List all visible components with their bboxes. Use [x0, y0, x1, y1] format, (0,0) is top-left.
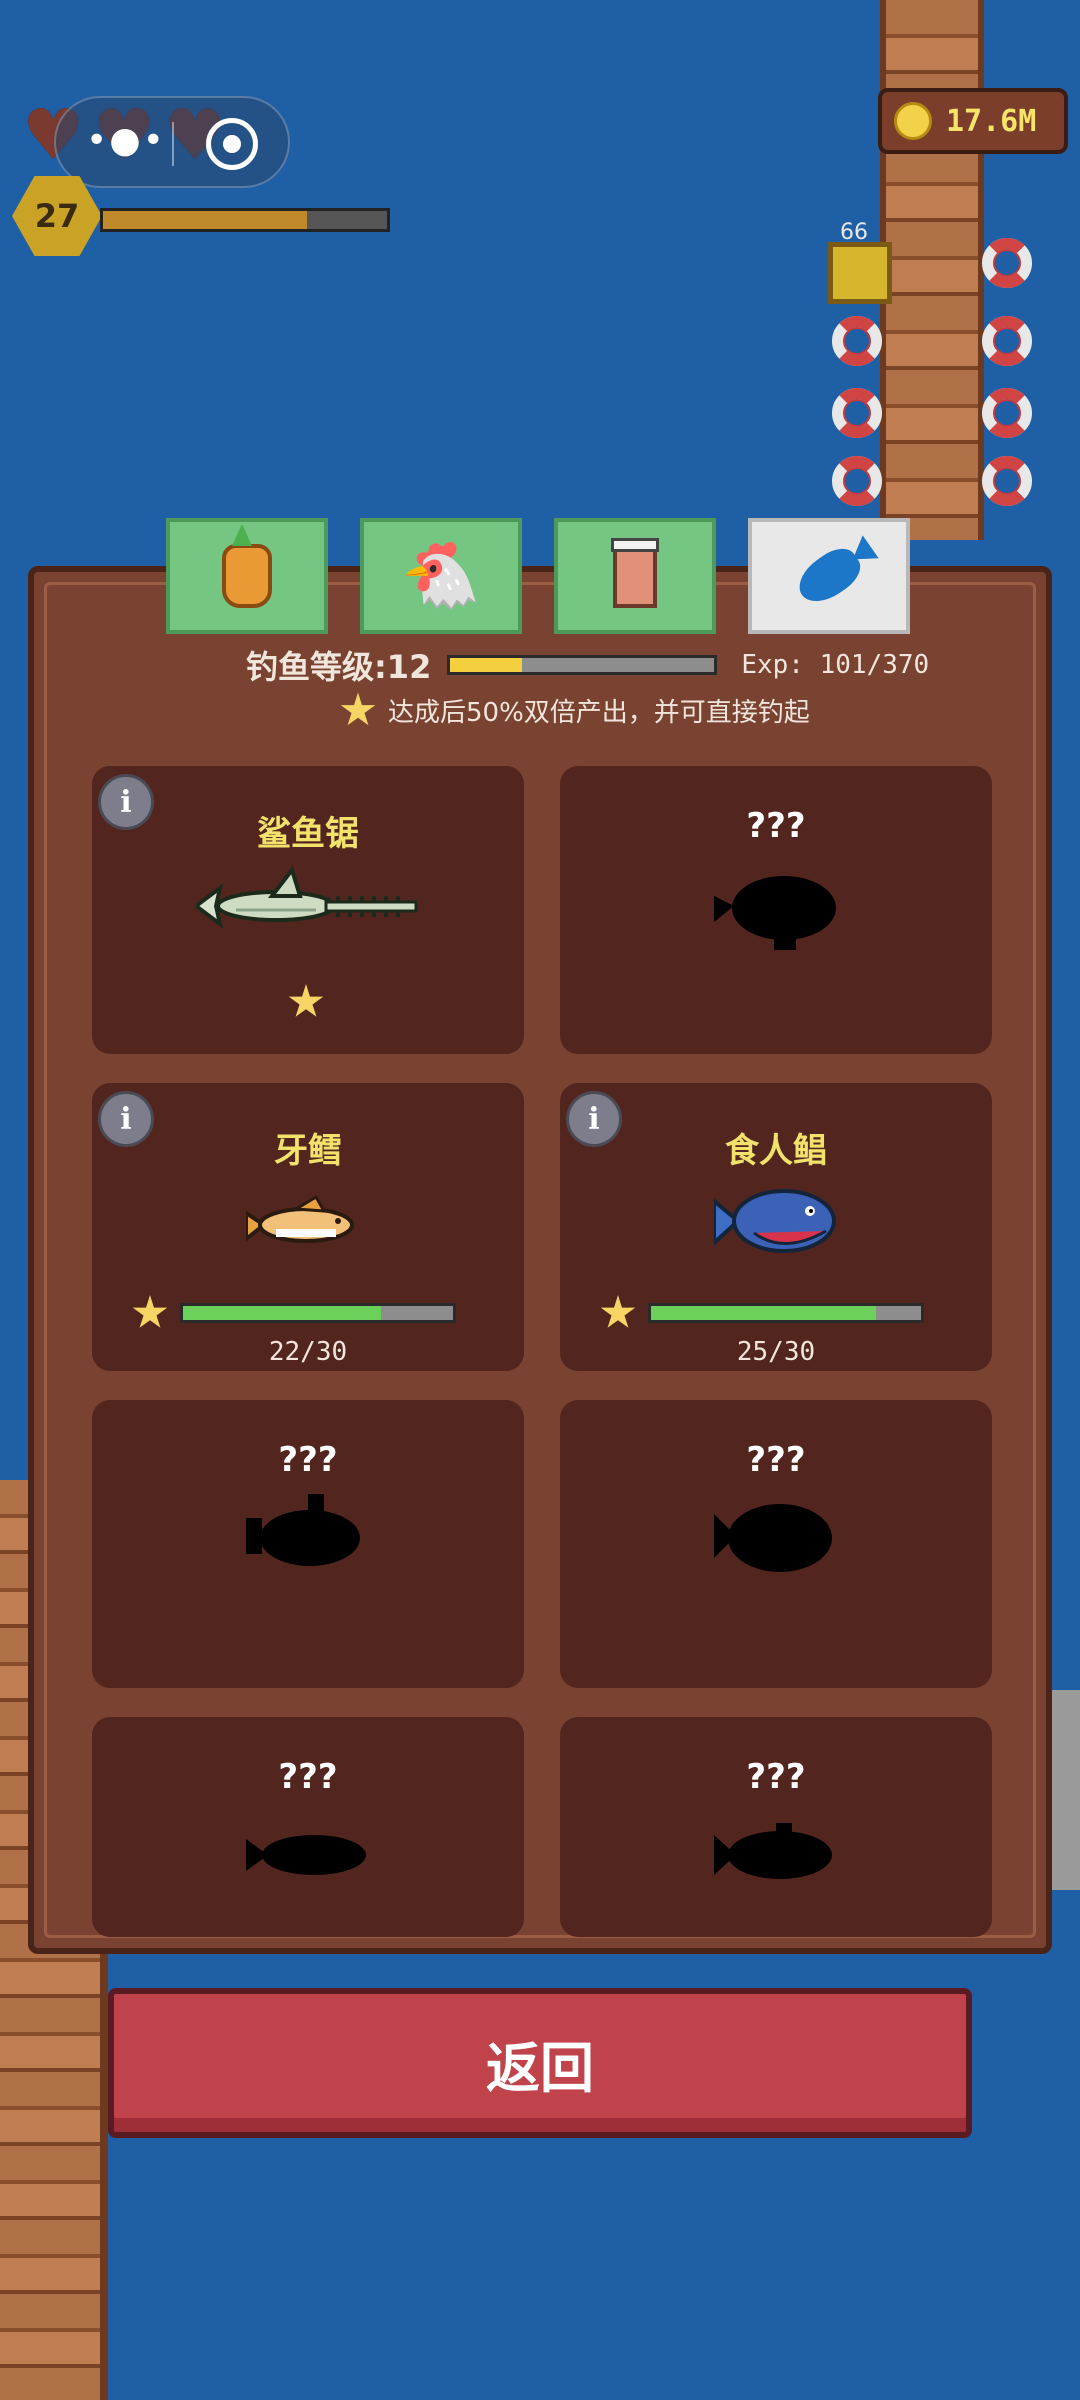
- player-xp-bar: [100, 208, 390, 232]
- tip-text: 达成后50%双倍产出，并可直接钓起: [388, 698, 810, 728]
- star-icon: [340, 692, 376, 726]
- jar-icon: [611, 538, 659, 608]
- wooden-dock-right: [880, 0, 984, 540]
- chicken-icon: 🐔: [401, 539, 481, 613]
- tab-livestock[interactable]: 🐔: [360, 518, 522, 634]
- fishing-level-label: 钓鱼等级:12: [246, 648, 432, 686]
- fish-card-sawfish[interactable]: i 鲨鱼锯: [92, 766, 524, 1054]
- fish-card-unknown[interactable]: ???: [560, 766, 992, 1054]
- star-tip: 达成后50%双倍产出，并可直接钓起: [340, 692, 810, 729]
- whiting-sprite: [246, 1195, 354, 1243]
- fish-silhouette: [246, 1494, 360, 1566]
- fish-name: 鲨鱼锯: [257, 814, 359, 854]
- fish-card-whiting[interactable]: i 牙鳕 22/30: [92, 1083, 524, 1371]
- sawfish-sprite: [196, 866, 418, 929]
- star-icon: [600, 1295, 636, 1328]
- progress-bar: [648, 1303, 924, 1323]
- fish-progress: [600, 1295, 924, 1331]
- tab-fishing[interactable]: [748, 518, 910, 634]
- tab-cooking[interactable]: [554, 518, 716, 634]
- tab-farming[interactable]: [166, 518, 328, 634]
- fish-card-unknown[interactable]: ???: [92, 1400, 524, 1688]
- fishing-level-row: 钓鱼等级:12 Exp: 101/370: [246, 642, 929, 688]
- fish-name: 牙鳕: [274, 1131, 342, 1171]
- fish-name: ???: [746, 1757, 806, 1797]
- fish-name: ???: [746, 806, 806, 846]
- fish-progress: [132, 1295, 456, 1331]
- fish-silhouette: [714, 1823, 832, 1879]
- fish-silhouette: [714, 876, 836, 950]
- fish-card-unknown[interactable]: ???: [560, 1400, 992, 1688]
- mini-program-capsule: •●•: [54, 96, 290, 188]
- close-target-icon[interactable]: [206, 118, 258, 170]
- fish-icon: [790, 540, 868, 612]
- fish-name: 食人鲳: [725, 1131, 827, 1171]
- fish-silhouette: [246, 1835, 366, 1875]
- fish-card-unknown[interactable]: ???: [92, 1717, 524, 1937]
- coin-icon: [894, 102, 932, 140]
- fishing-level-bar: [447, 655, 718, 675]
- progress-text: 25/30: [736, 1337, 816, 1367]
- fish-card-piranha[interactable]: i 食人鲳 25/30: [560, 1083, 992, 1371]
- crate-icon[interactable]: [828, 242, 892, 304]
- fish-name: ???: [278, 1440, 338, 1480]
- player-level-badge: 27: [12, 176, 102, 256]
- progress-text: 22/30: [268, 1337, 348, 1367]
- fishing-exp-label: Exp: 101/370: [741, 650, 930, 680]
- fish-card-unknown[interactable]: ???: [560, 1717, 992, 1937]
- category-tabs: 🐔: [166, 518, 910, 634]
- coin-counter: 17.6M: [878, 88, 1068, 154]
- fish-name: ???: [278, 1757, 338, 1797]
- back-button[interactable]: 返回: [108, 1988, 972, 2138]
- piranha-sprite: [714, 1189, 836, 1253]
- star-icon: [132, 1295, 168, 1328]
- fish-silhouette: [714, 1504, 832, 1572]
- pineapple-icon: [222, 544, 272, 608]
- progress-bar: [180, 1303, 456, 1323]
- coin-amount: 17.6M: [946, 103, 1037, 139]
- fish-name: ???: [746, 1440, 806, 1480]
- star-icon: [288, 984, 324, 1017]
- more-icon[interactable]: •●•: [86, 120, 166, 161]
